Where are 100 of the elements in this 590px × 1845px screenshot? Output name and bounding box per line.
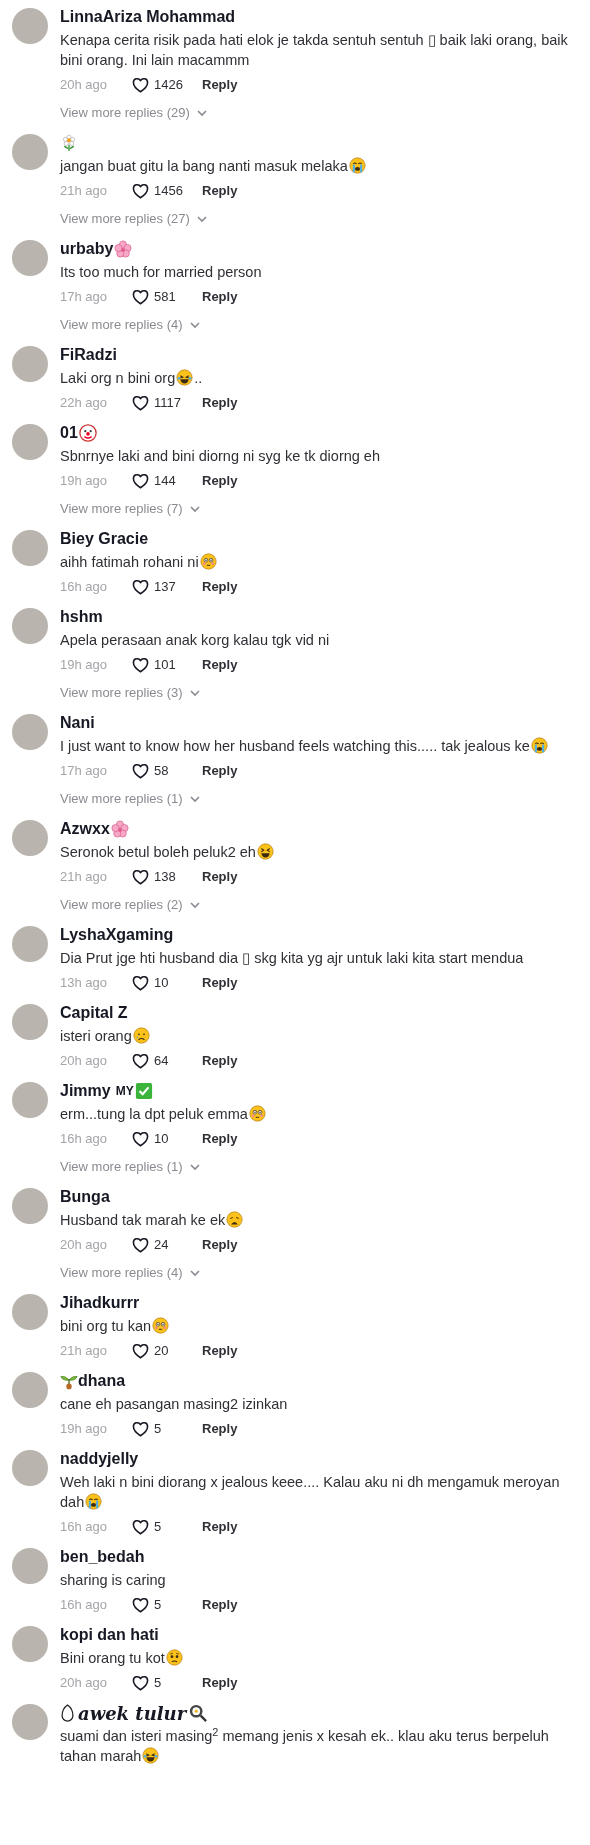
timestamp: 16h ago — [60, 578, 108, 597]
comment-text: Bini orang tu kot — [60, 1650, 165, 1666]
timestamp: 17h ago — [60, 762, 108, 781]
username: 01 — [60, 423, 78, 443]
heart-icon[interactable] — [132, 289, 149, 305]
comment-text: bini org tu kan — [60, 1318, 152, 1334]
heart-icon[interactable] — [132, 975, 149, 991]
chevron-down-icon — [189, 795, 200, 803]
heart-icon[interactable] — [132, 1053, 149, 1069]
like-count: 101 — [154, 656, 176, 675]
avatar[interactable] — [12, 1004, 48, 1040]
avatar[interactable] — [12, 1188, 48, 1224]
laughing-face-icon — [176, 369, 194, 386]
like-count: 581 — [154, 288, 176, 307]
frying-pan-icon — [189, 1704, 208, 1722]
view-more-replies-button[interactable]: View more replies (7) — [60, 499, 380, 519]
username: hshm — [60, 607, 103, 627]
avatar[interactable] — [12, 1626, 48, 1662]
heart-icon[interactable] — [132, 1421, 149, 1437]
avatar[interactable] — [12, 240, 48, 276]
heart-icon[interactable] — [132, 1675, 149, 1691]
view-more-replies-button[interactable]: View more replies (3) — [60, 683, 330, 703]
reply-button[interactable]: Reply — [202, 577, 238, 597]
avatar[interactable] — [12, 134, 48, 170]
reply-button[interactable]: Reply — [202, 1235, 238, 1255]
reply-button[interactable]: Reply — [202, 867, 238, 887]
heart-icon[interactable] — [132, 183, 149, 199]
reply-button[interactable]: Reply — [202, 1517, 238, 1537]
reply-button[interactable]: Reply — [202, 471, 238, 491]
comment-text: cane eh pasangan masing2 izinkan — [60, 1396, 288, 1412]
username: FiRadzi — [60, 345, 117, 365]
avatar[interactable] — [12, 1082, 48, 1118]
username: urbaby — [60, 239, 114, 259]
username: Jimmy — [60, 1081, 111, 1101]
username: LyshaXgaming — [60, 925, 174, 945]
username: Nani — [60, 713, 95, 733]
timestamp: 16h ago — [60, 1130, 108, 1149]
clown-face-icon — [78, 424, 97, 442]
like-count: 1456 — [154, 182, 183, 201]
heart-icon[interactable] — [132, 473, 149, 489]
chevron-down-icon — [189, 505, 200, 513]
username: naddyjelly — [60, 1449, 139, 1469]
view-more-replies-button[interactable]: View more replies (4) — [60, 315, 262, 335]
avatar[interactable] — [12, 714, 48, 750]
reply-button[interactable]: Reply — [202, 1419, 238, 1439]
avatar[interactable] — [12, 926, 48, 962]
reply-button[interactable]: Reply — [202, 1051, 238, 1071]
avatar[interactable] — [12, 530, 48, 566]
avatar[interactable] — [12, 1294, 48, 1330]
username: dhana — [78, 1371, 126, 1391]
heart-icon[interactable] — [132, 869, 149, 885]
reply-button[interactable]: Reply — [202, 1129, 238, 1149]
timestamp: 20h ago — [60, 76, 108, 95]
avatar[interactable] — [12, 424, 48, 460]
avatar[interactable] — [12, 1372, 48, 1408]
comment-text: Laki org n bini org — [60, 370, 176, 386]
like-count: 5 — [154, 1596, 162, 1615]
avatar[interactable] — [12, 1704, 48, 1740]
reply-button[interactable]: Reply — [202, 181, 238, 201]
comment-text: suami dan isteri masing$^{2}$ memang jenis x kesah ek.. klau aku terus berpeluh — [60, 1728, 549, 1744]
avatar[interactable] — [12, 8, 48, 44]
view-more-replies-button[interactable]: View more replies (1) — [60, 1157, 267, 1177]
view-more-replies-button[interactable]: View more replies (2) — [60, 895, 275, 915]
avatar[interactable] — [12, 820, 48, 856]
reply-button[interactable]: Reply — [202, 393, 238, 413]
avatar[interactable] — [12, 1548, 48, 1584]
laughing-face-icon — [142, 1747, 160, 1764]
reply-button[interactable]: Reply — [202, 1341, 238, 1361]
reply-button[interactable]: Reply — [202, 973, 238, 993]
view-more-replies-button[interactable]: View more replies (27) — [60, 209, 367, 229]
view-more-replies-button[interactable]: View more replies (29) — [60, 103, 576, 123]
username: Jihadkurrr — [60, 1293, 140, 1313]
heart-icon[interactable] — [132, 1237, 149, 1253]
view-more-replies-button[interactable]: View more replies (4) — [60, 1263, 245, 1283]
reply-button[interactable]: Reply — [202, 1595, 238, 1615]
heart-icon[interactable] — [132, 579, 149, 595]
heart-icon[interactable] — [132, 1519, 149, 1535]
reply-button[interactable]: Reply — [202, 75, 238, 95]
heart-icon[interactable] — [132, 1343, 149, 1359]
heart-icon[interactable] — [132, 77, 149, 93]
avatar[interactable] — [12, 1450, 48, 1486]
username: Bunga — [60, 1187, 110, 1207]
avatar[interactable] — [12, 608, 48, 644]
like-count: 20 — [154, 1342, 169, 1361]
reply-button[interactable]: Reply — [202, 655, 238, 675]
like-count: 1117 — [154, 394, 181, 413]
heart-icon[interactable] — [132, 1597, 149, 1613]
heart-icon[interactable] — [132, 1131, 149, 1147]
view-more-replies-button[interactable]: View more replies (1) — [60, 789, 549, 809]
comment-text: Its too much for married person — [60, 264, 262, 280]
reply-button[interactable]: Reply — [202, 1673, 238, 1693]
chevron-down-icon — [189, 901, 200, 909]
heart-icon[interactable] — [132, 395, 149, 411]
username: Azwxx — [60, 819, 110, 839]
heart-icon[interactable] — [132, 657, 149, 673]
like-count: 138 — [154, 868, 176, 887]
avatar[interactable] — [12, 346, 48, 382]
reply-button[interactable]: Reply — [202, 287, 238, 307]
reply-button[interactable]: Reply — [202, 761, 238, 781]
heart-icon[interactable] — [132, 763, 149, 779]
